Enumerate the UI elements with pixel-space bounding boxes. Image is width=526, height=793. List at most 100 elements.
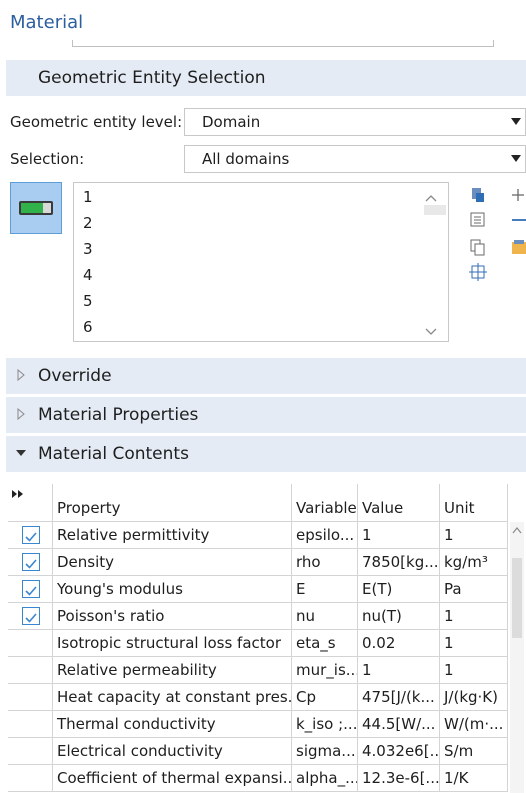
- paste-selection-icon[interactable]: [469, 186, 487, 204]
- section-label: Geometric Entity Selection: [38, 68, 266, 88]
- clear-selection-icon[interactable]: [469, 211, 487, 229]
- cell-property: Poisson's ratio: [53, 603, 292, 630]
- expand-all-icon[interactable]: [8, 484, 53, 522]
- cell-property: Relative permeability: [53, 657, 292, 684]
- list-item[interactable]: 5: [83, 292, 93, 310]
- cell-variable: alpha_...: [292, 765, 358, 792]
- cell-unit: W/(m·...: [440, 711, 508, 738]
- cell-unit: 1/K: [440, 765, 508, 792]
- copy-selection-icon[interactable]: [469, 238, 487, 256]
- column-header-variable[interactable]: Variable: [292, 484, 358, 522]
- cell-value[interactable]: 44.5[W/...: [358, 711, 440, 738]
- checkbox-cell: [8, 576, 53, 603]
- cell-variable: sigma...: [292, 738, 358, 765]
- checkbox-cell: [8, 549, 53, 576]
- cell-variable: E: [292, 576, 358, 603]
- cell-unit: S/m: [440, 738, 508, 765]
- chevron-right-icon: [14, 368, 28, 382]
- cell-value[interactable]: 4.032e6[...: [358, 738, 440, 765]
- row-checkbox[interactable]: [22, 580, 40, 598]
- checkbox-cell: [8, 765, 53, 792]
- cell-property: Relative permittivity: [53, 522, 292, 549]
- cell-variable: epsilo...: [292, 522, 358, 549]
- active-toggle-button[interactable]: [10, 182, 62, 234]
- entity-level-value: Domain: [202, 113, 261, 131]
- add-icon[interactable]: [510, 186, 526, 204]
- column-header-unit[interactable]: Unit: [440, 484, 508, 522]
- cell-property: Isotropic structural loss factor: [53, 630, 292, 657]
- selection-label: Selection:: [10, 150, 85, 168]
- cell-unit: 1: [440, 657, 508, 684]
- list-item[interactable]: 4: [83, 266, 93, 284]
- chevron-right-icon: [14, 407, 28, 421]
- panel-title: Material: [10, 12, 84, 33]
- cell-value[interactable]: 7850[kg...: [358, 549, 440, 576]
- column-header-property[interactable]: Property: [53, 484, 292, 522]
- selection-select[interactable]: All domains: [184, 145, 526, 173]
- scrollbar-thumb[interactable]: [512, 558, 522, 638]
- checkbox-cell: [8, 657, 53, 684]
- selection-value: All domains: [202, 150, 290, 168]
- domain-list[interactable]: 1 2 3 4 5 6: [73, 182, 449, 342]
- cell-value[interactable]: 475[J/(k...: [358, 684, 440, 711]
- checkbox-cell: [8, 738, 53, 765]
- cell-variable: rho: [292, 549, 358, 576]
- cell-variable: eta_s: [292, 630, 358, 657]
- chevron-down-icon: [511, 155, 521, 162]
- cell-value[interactable]: 12.3e-6[...: [358, 765, 440, 792]
- table-scrollbar[interactable]: [510, 522, 524, 793]
- list-item[interactable]: 2: [83, 214, 93, 232]
- row-checkbox[interactable]: [22, 607, 40, 625]
- scroll-down-icon[interactable]: [424, 323, 438, 335]
- cell-property: Young's modulus: [53, 576, 292, 603]
- zoom-to-selection-icon[interactable]: [469, 263, 487, 281]
- cell-unit: Pa: [440, 576, 508, 603]
- cell-variable: k_iso ;...: [292, 711, 358, 738]
- cell-variable: Cp: [292, 684, 358, 711]
- remove-icon[interactable]: [510, 211, 526, 229]
- row-checkbox[interactable]: [22, 526, 40, 544]
- cell-unit: kg/m³: [440, 549, 508, 576]
- cell-value[interactable]: E(T): [358, 576, 440, 603]
- section-geometric-entity-selection[interactable]: Geometric Entity Selection: [6, 60, 526, 96]
- cell-value[interactable]: nu(T): [358, 603, 440, 630]
- list-item[interactable]: 1: [83, 188, 93, 206]
- cell-property: Density: [53, 549, 292, 576]
- cell-variable: mur_is...: [292, 657, 358, 684]
- cell-value[interactable]: 1: [358, 657, 440, 684]
- cell-unit: 1: [440, 603, 508, 630]
- section-material-properties[interactable]: Material Properties: [6, 397, 526, 433]
- cell-unit: 1: [440, 630, 508, 657]
- title-underline: [72, 40, 494, 47]
- scroll-up-icon[interactable]: [510, 524, 524, 536]
- cell-property: Heat capacity at constant pres...: [53, 684, 292, 711]
- section-label: Material Properties: [38, 405, 199, 425]
- chevron-down-icon: [511, 118, 521, 125]
- scroll-up-icon[interactable]: [424, 189, 438, 202]
- cell-unit: J/(kg·K): [440, 684, 508, 711]
- material-contents-table: Property Variable Value Unit Relative pe…: [8, 484, 524, 793]
- entity-level-label: Geometric entity level:: [10, 113, 183, 131]
- cell-value[interactable]: 0.02: [358, 630, 440, 657]
- section-material-contents[interactable]: Material Contents: [6, 436, 526, 472]
- checkbox-cell: [8, 630, 53, 657]
- list-item[interactable]: 6: [83, 318, 93, 336]
- list-item[interactable]: 3: [83, 240, 93, 258]
- checkbox-cell: [8, 522, 53, 549]
- scrollbar-thumb[interactable]: [424, 205, 446, 215]
- clear-icon[interactable]: [510, 238, 526, 256]
- section-label: Override: [38, 366, 112, 386]
- checkbox-cell: [8, 711, 53, 738]
- cell-value[interactable]: 1: [358, 522, 440, 549]
- cell-property: Coefficient of thermal expansi...: [53, 765, 292, 792]
- section-label: Material Contents: [38, 444, 189, 464]
- cell-variable: nu: [292, 603, 358, 630]
- toggle-switch-icon: [19, 201, 53, 215]
- section-override[interactable]: Override: [6, 358, 526, 394]
- checkbox-cell: [8, 684, 53, 711]
- entity-level-select[interactable]: Domain: [184, 108, 526, 136]
- cell-property: Thermal conductivity: [53, 711, 292, 738]
- column-header-value[interactable]: Value: [358, 484, 440, 522]
- cell-unit: 1: [440, 522, 508, 549]
- row-checkbox[interactable]: [22, 553, 40, 571]
